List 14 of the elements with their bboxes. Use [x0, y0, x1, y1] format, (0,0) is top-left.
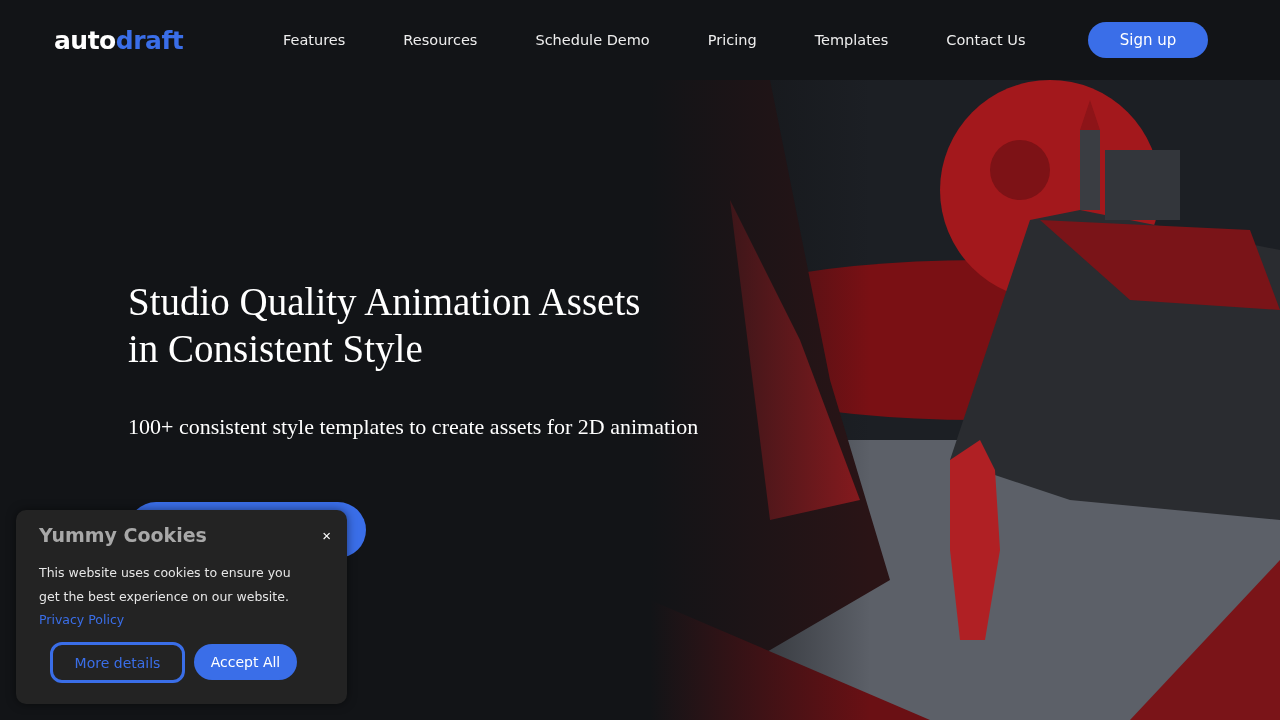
nav-link[interactable]: Features — [254, 32, 375, 48]
close-button[interactable]: × — [318, 526, 335, 544]
hero-title: Studio Quality Animation Assets in Consistent Style — [128, 279, 642, 372]
nav-link[interactable]: Pricing — [678, 32, 786, 48]
cookie-text: This website uses cookies to ensure you get the best experience on our website. — [39, 564, 292, 606]
hero-subtitle: 100+ consistent style templates to create assets for 2D animation — [128, 414, 700, 440]
nav-link[interactable]: Resources — [374, 32, 507, 48]
nav-link[interactable]: Templates — [785, 32, 918, 48]
nav-link[interactable]: Contact Us — [917, 32, 1055, 48]
accept-button[interactable]: Accept All — [194, 644, 297, 680]
sign-up-button[interactable]: Sign up — [1088, 22, 1208, 58]
nav-link[interactable]: Schedule Demo — [506, 32, 679, 48]
logo[interactable]: autodraft — [54, 25, 234, 55]
cookie-title: Yummy Cookies — [39, 524, 207, 546]
